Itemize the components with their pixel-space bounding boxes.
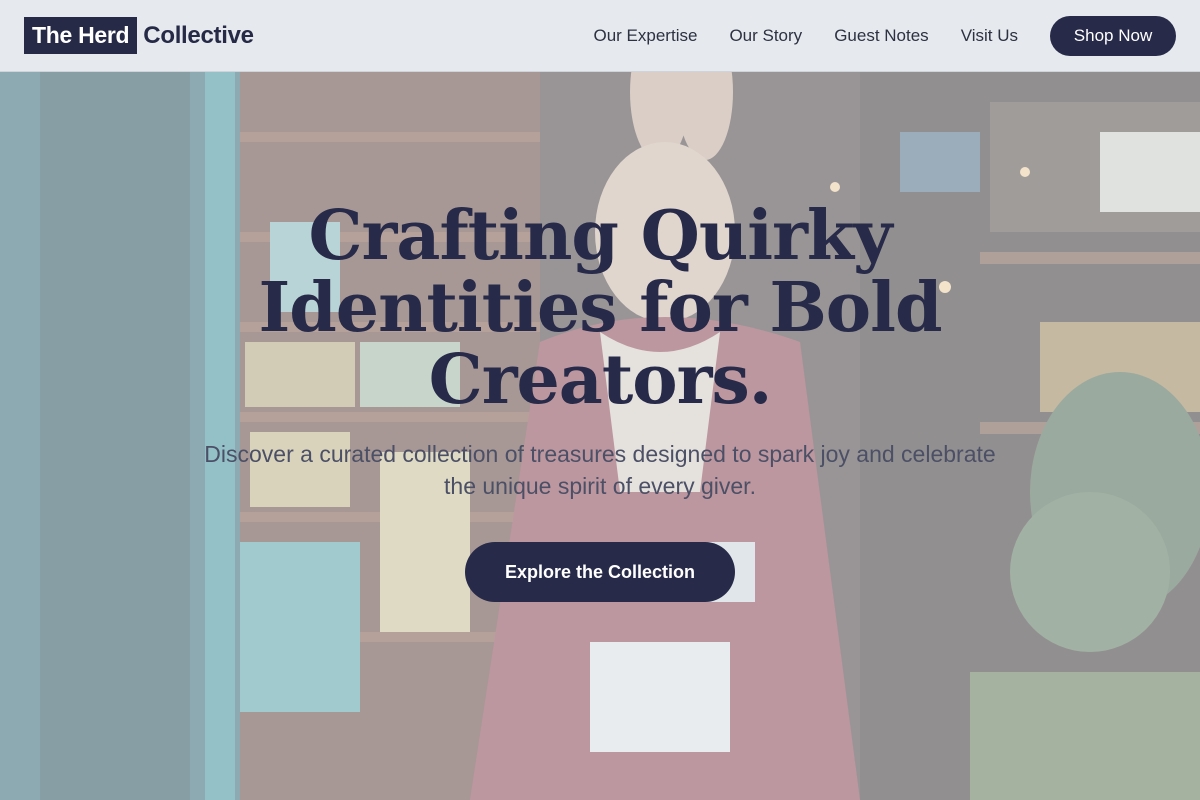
main-nav: Our Expertise Our Story Guest Notes Visi… (594, 26, 1019, 46)
brand-logo[interactable]: The Herd Collective (24, 17, 254, 54)
nav-link-guest-notes[interactable]: Guest Notes (834, 26, 929, 46)
brand-logo-text: Collective (143, 21, 254, 49)
hero-overlay (0, 72, 1200, 800)
hero-section: Crafting Quirky Identities for Bold Crea… (0, 72, 1200, 800)
explore-collection-button[interactable]: Explore the Collection (465, 542, 735, 602)
hero-subtitle: Discover a curated collection of treasur… (204, 441, 996, 499)
shop-now-button[interactable]: Shop Now (1050, 15, 1176, 56)
brand-logo-boxed-text: The Herd (24, 17, 138, 54)
hero-headline: Crafting Quirky Identities for Bold Crea… (258, 196, 942, 420)
nav-link-our-expertise[interactable]: Our Expertise (594, 26, 698, 46)
nav-link-our-story[interactable]: Our Story (729, 26, 802, 46)
site-header: The Herd Collective Our Expertise Our St… (0, 0, 1200, 72)
nav-link-visit-us[interactable]: Visit Us (961, 26, 1018, 46)
